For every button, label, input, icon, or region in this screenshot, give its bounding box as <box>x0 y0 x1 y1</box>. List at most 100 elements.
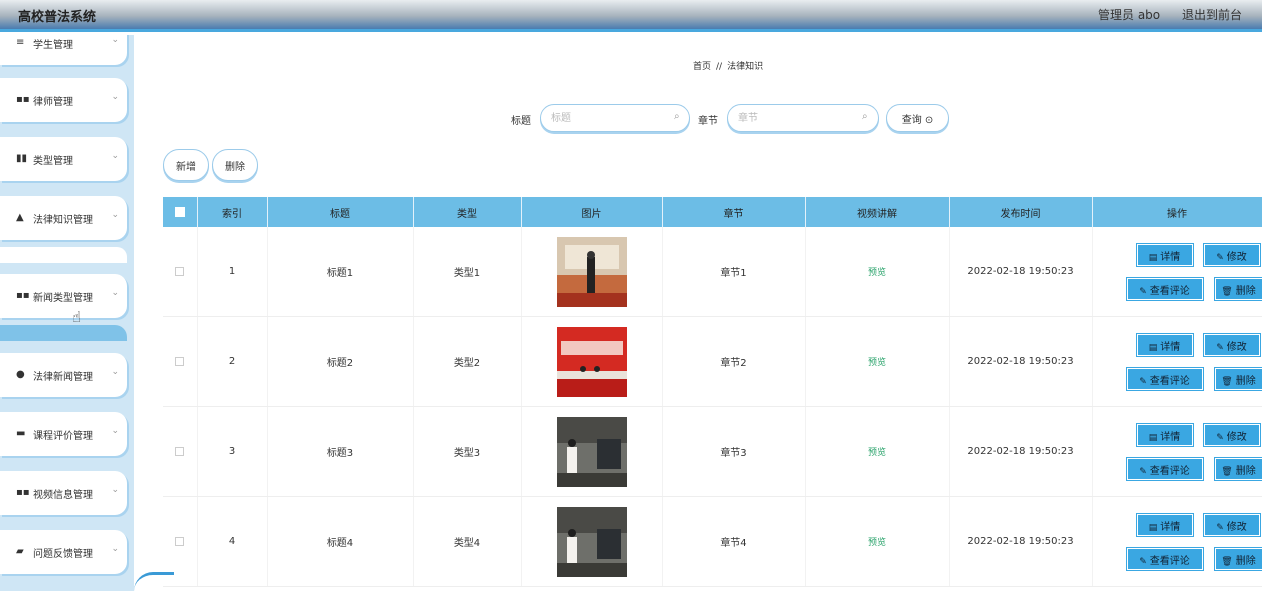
table-row: 4 标题4 类型4 章节4 预览 2022-02-18 19:50:23 ▤ 详情… <box>163 496 1262 587</box>
chapter-search-label: 章节 <box>698 116 718 127</box>
row-title: 标题3 <box>267 406 414 497</box>
row-checkbox[interactable] <box>175 536 185 546</box>
edit-button-label: 修改 <box>1226 251 1247 263</box>
search-icon: ⊙ <box>924 114 934 126</box>
row-time: 2022-02-18 19:50:23 <box>949 496 1093 587</box>
pencil-icon: ✎ <box>1139 286 1147 297</box>
sidebar-item-news-type[interactable]: ▪▪ 新闻类型管理 ⌄ <box>0 274 127 318</box>
select-all-checkbox[interactable] <box>174 206 185 217</box>
detail-button-label: 详情 <box>1160 251 1181 263</box>
chevron-down-icon: ⌄ <box>111 426 119 436</box>
detail-button[interactable]: ▤ 详情 <box>1136 334 1193 356</box>
video-preview-link[interactable]: 预览 <box>868 358 886 368</box>
sidebar-item-label: 律师管理 <box>33 97 73 108</box>
delete-row-button-label: 删除 <box>1235 285 1256 297</box>
row-type: 类型1 <box>413 227 522 317</box>
detail-button[interactable]: ▤ 详情 <box>1136 514 1193 536</box>
row-chapter: 章节4 <box>662 496 806 587</box>
chevron-down-icon: ⌄ <box>111 544 119 554</box>
video-preview-link[interactable]: 预览 <box>868 268 886 278</box>
row-image <box>556 236 627 307</box>
row-checkbox[interactable] <box>175 266 185 276</box>
column-header: 章节 <box>662 197 806 227</box>
chapter-search-input[interactable] <box>727 104 879 132</box>
detail-button[interactable]: ▤ 详情 <box>1136 424 1193 446</box>
chevron-down-icon: ⌄ <box>111 210 119 220</box>
chevron-down-icon: ⌄ <box>111 367 119 377</box>
sidebar-subitem[interactable] <box>0 247 127 263</box>
person-icon: ▲ <box>16 212 24 223</box>
row-image <box>556 416 627 487</box>
query-button-label: 查询 <box>901 114 922 126</box>
pencil-icon: ✎ <box>1139 556 1147 567</box>
back-to-frontend-link[interactable]: 退出到前台 <box>1182 6 1242 23</box>
edit-button-label: 修改 <box>1226 341 1247 353</box>
edit-button-label: 修改 <box>1226 521 1247 533</box>
column-header: 标题 <box>267 197 414 227</box>
row-index: 1 <box>197 227 268 317</box>
delete-row-button[interactable]: 🗑 删除 <box>1214 368 1262 390</box>
folder-icon: ▰ <box>16 546 24 557</box>
add-button[interactable]: 新增 <box>163 149 209 181</box>
sidebar-item-feedback[interactable]: ▰ 问题反馈管理 ⌄ <box>0 530 127 574</box>
row-type: 类型4 <box>413 496 522 587</box>
row-time: 2022-02-18 19:50:23 <box>949 406 1093 497</box>
row-type: 类型3 <box>413 406 522 497</box>
user-icon: ≡ <box>16 37 25 48</box>
sidebar-item-label: 类型管理 <box>33 156 73 167</box>
delete-row-button[interactable]: 🗑 删除 <box>1214 458 1262 480</box>
document-icon: ▤ <box>1148 432 1158 443</box>
view-comments-button[interactable]: ✎ 查看评论 <box>1126 278 1203 300</box>
sidebar-item-label: 学生管理 <box>33 40 73 51</box>
sidebar-item-student[interactable]: ≡ 学生管理 ⌄ <box>0 35 127 65</box>
select-all-cell[interactable] <box>163 197 198 227</box>
delete-row-button[interactable]: 🗑 删除 <box>1214 548 1262 570</box>
view-comments-button[interactable]: ✎ 查看评论 <box>1126 368 1203 390</box>
detail-button-label: 详情 <box>1160 521 1181 533</box>
pencil-icon: ✎ <box>1139 466 1147 477</box>
sidebar-item-law-news[interactable]: ● 法律新闻管理 ⌄ <box>0 353 127 397</box>
chevron-down-icon: ⌄ <box>111 151 119 161</box>
sidebar-item-course-review[interactable]: ▬ 课程评价管理 ⌄ <box>0 412 127 456</box>
row-checkbox[interactable] <box>175 356 185 366</box>
view-comments-button[interactable]: ✎ 查看评论 <box>1126 458 1203 480</box>
detail-button[interactable]: ▤ 详情 <box>1136 244 1193 266</box>
row-index: 2 <box>197 316 268 407</box>
sidebar-item-video-info[interactable]: ▪▪ 视频信息管理 ⌄ <box>0 471 127 515</box>
comment-icon: ▬ <box>16 428 26 439</box>
row-chapter: 章节2 <box>662 316 806 407</box>
document-icon: ▤ <box>1148 522 1158 533</box>
search-icon: ⌕ <box>674 111 680 122</box>
sidebar-item-lawyer[interactable]: ▪▪ 律师管理 ⌄ <box>0 78 127 122</box>
grid-icon: ▪▪ <box>16 94 30 105</box>
view-comments-button[interactable]: ✎ 查看评论 <box>1126 548 1203 570</box>
row-checkbox[interactable] <box>175 446 185 456</box>
sidebar-item-type[interactable]: ▮▮ 类型管理 ⌄ <box>0 137 127 181</box>
row-image <box>556 506 627 577</box>
trash-icon: 🗑 <box>1221 466 1233 477</box>
title-search-input[interactable] <box>540 104 690 132</box>
row-chapter: 章节1 <box>662 227 806 317</box>
edit-button[interactable]: ✎ 修改 <box>1203 424 1260 446</box>
batch-delete-button[interactable]: 删除 <box>212 149 258 181</box>
detail-button-label: 详情 <box>1160 431 1181 443</box>
edit-button[interactable]: ✎ 修改 <box>1203 334 1260 356</box>
edit-button[interactable]: ✎ 修改 <box>1203 244 1260 266</box>
column-header: 发布时间 <box>949 197 1093 227</box>
video-preview-link[interactable]: 预览 <box>868 538 886 548</box>
video-preview-link[interactable]: 预览 <box>868 448 886 458</box>
sidebar-subitem-active[interactable] <box>0 325 127 341</box>
query-button[interactable]: 查询 ⊙ <box>886 104 949 132</box>
delete-row-button[interactable]: 🗑 删除 <box>1214 278 1262 300</box>
edit-button[interactable]: ✎ 修改 <box>1203 514 1260 536</box>
delete-row-button-label: 删除 <box>1235 375 1256 387</box>
current-user: 管理员 abo <box>1098 8 1161 22</box>
grid-icon: ▪▪ <box>16 290 30 301</box>
breadcrumb-home[interactable]: 首页 <box>693 62 711 72</box>
column-header: 类型 <box>413 197 522 227</box>
delete-row-button-label: 删除 <box>1235 555 1256 567</box>
sidebar-item-label: 法律知识管理 <box>33 215 93 226</box>
sidebar-item-law-knowledge[interactable]: ▲ 法律知识管理 ⌄ <box>0 196 127 240</box>
pencil-icon: ✎ <box>1216 252 1224 263</box>
breadcrumb: 首页 // 法律知识 <box>693 59 763 72</box>
